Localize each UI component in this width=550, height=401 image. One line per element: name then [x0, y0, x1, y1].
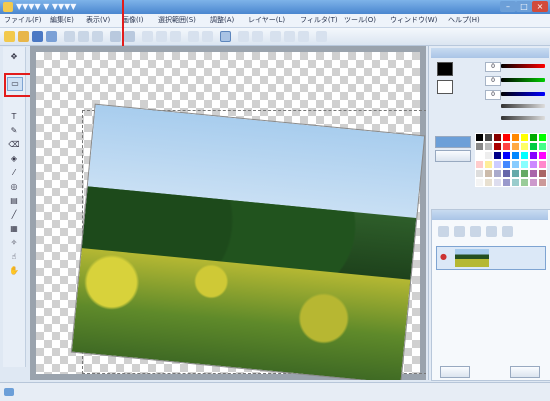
maximize-button[interactable]: □: [516, 1, 532, 12]
green-value[interactable]: 0: [485, 76, 501, 86]
right-panel: 0 0 0 ●: [428, 46, 550, 381]
print-icon[interactable]: [46, 31, 57, 42]
toolbar: [0, 28, 550, 46]
menu-adjust[interactable]: 調整(A): [210, 15, 234, 26]
history-icon[interactable]: [298, 31, 309, 42]
undo-icon[interactable]: [110, 31, 121, 42]
red-value[interactable]: 0: [485, 62, 501, 72]
menu-window[interactable]: ウィンドウ(W): [390, 15, 437, 26]
crop-icon[interactable]: [220, 31, 231, 42]
color-icon[interactable]: [284, 31, 295, 42]
blue-slider[interactable]: [501, 92, 545, 96]
canvas-area[interactable]: [30, 46, 426, 380]
opacity-slider[interactable]: [501, 104, 545, 108]
new-file-icon[interactable]: [4, 31, 15, 42]
move-tool-icon[interactable]: ✥: [7, 51, 21, 63]
delete-layer-icon[interactable]: [486, 226, 497, 237]
cut-icon[interactable]: [64, 31, 75, 42]
layer-panel-title: [432, 210, 548, 220]
color-palette[interactable]: [475, 133, 547, 197]
fit-window-icon[interactable]: [170, 31, 181, 42]
eraser-tool-icon[interactable]: ⌫: [7, 139, 21, 151]
menu-file[interactable]: ファイル(F): [4, 15, 42, 26]
rotate-icon[interactable]: [188, 31, 199, 42]
background-color-swatch[interactable]: [437, 80, 453, 94]
copy-icon[interactable]: [78, 31, 89, 42]
flip-icon[interactable]: [202, 31, 213, 42]
green-slider[interactable]: [501, 78, 545, 82]
panel-icon[interactable]: [270, 31, 281, 42]
settings-icon[interactable]: [316, 31, 327, 42]
shape-tool-icon[interactable]: ▤: [7, 195, 21, 207]
duplicate-layer-icon[interactable]: [454, 226, 465, 237]
rotated-photo[interactable]: [70, 103, 426, 380]
color-mode-button[interactable]: [435, 136, 471, 148]
blue-value[interactable]: 0: [485, 90, 501, 100]
gradient-tool-icon[interactable]: ▦: [7, 223, 21, 235]
menu-edit[interactable]: 編集(E): [50, 15, 74, 26]
layer-properties-icon[interactable]: [502, 226, 513, 237]
red-slider[interactable]: [501, 64, 545, 68]
menu-layer[interactable]: レイヤー(L): [248, 15, 285, 26]
visibility-icon[interactable]: ●: [440, 252, 447, 262]
hand-tool-icon[interactable]: ✋: [7, 265, 21, 277]
minimize-button[interactable]: –: [500, 1, 516, 12]
blur-tool-icon[interactable]: ✧: [7, 237, 21, 249]
clone-tool-icon[interactable]: ◎: [7, 181, 21, 193]
menu-tools[interactable]: ツール(O): [344, 15, 376, 26]
redo-icon[interactable]: [124, 31, 135, 42]
eyedropper-tool-icon[interactable]: ⁄: [7, 167, 21, 179]
color-history-button[interactable]: [435, 150, 471, 162]
layer-button-right[interactable]: [510, 366, 540, 378]
menu-view[interactable]: 表示(V): [86, 15, 110, 26]
app-window: ▼▼▼▼ ▼ ▼▼▼▼ – □ × ファイル(F) 編集(E) 表示(V) 画像…: [0, 0, 550, 401]
foreground-color-swatch[interactable]: [437, 62, 453, 76]
menu-filter[interactable]: フィルタ(T): [300, 15, 338, 26]
text-tool-icon[interactable]: T: [7, 111, 21, 123]
title-bar: ▼▼▼▼ ▼ ▼▼▼▼ – □ ×: [0, 0, 550, 14]
merge-layer-icon[interactable]: [470, 226, 481, 237]
brush-tool-icon[interactable]: ✎: [7, 125, 21, 137]
menu-help[interactable]: ヘルプ(H): [448, 15, 480, 26]
fill-tool-icon[interactable]: ◈: [7, 153, 21, 165]
grid-icon[interactable]: [238, 31, 249, 42]
status-bar: [0, 382, 550, 401]
layer-row[interactable]: ●: [436, 246, 546, 270]
paste-icon[interactable]: [92, 31, 103, 42]
zoom-in-icon[interactable]: [142, 31, 153, 42]
status-icon: [4, 388, 14, 396]
layers-icon[interactable]: [252, 31, 263, 42]
close-button[interactable]: ×: [532, 1, 548, 12]
smudge-tool-icon[interactable]: ☝: [7, 251, 21, 263]
layer-thumbnail: [455, 249, 489, 267]
color-panel-title: [431, 48, 549, 58]
line-tool-icon[interactable]: ╱: [7, 209, 21, 221]
layer-button-left[interactable]: [440, 366, 470, 378]
brightness-slider[interactable]: [501, 116, 545, 120]
menu-bar: ファイル(F) 編集(E) 表示(V) 画像(I) 選択範囲(S) 調整(A) …: [0, 14, 550, 28]
menu-image[interactable]: 画像(I): [122, 15, 144, 26]
app-icon: [3, 2, 13, 12]
open-folder-icon[interactable]: [18, 31, 29, 42]
menu-select[interactable]: 選択範囲(S): [158, 15, 196, 26]
save-icon[interactable]: [32, 31, 43, 42]
window-title: ▼▼▼▼ ▼ ▼▼▼▼: [16, 2, 77, 11]
zoom-out-icon[interactable]: [156, 31, 167, 42]
new-layer-icon[interactable]: [438, 226, 449, 237]
layer-panel: ●: [431, 209, 550, 381]
